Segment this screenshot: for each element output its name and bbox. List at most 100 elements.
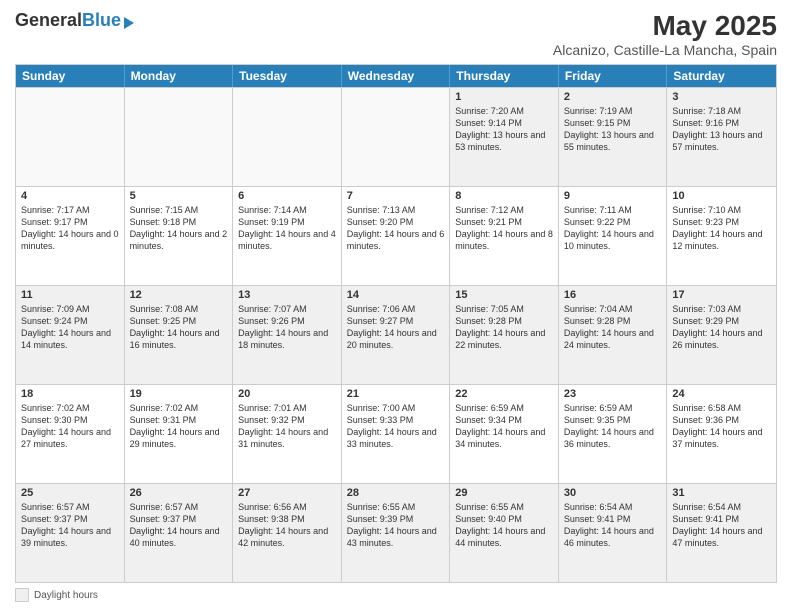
day-info: Sunrise: 7:09 AM Sunset: 9:24 PM Dayligh… <box>21 303 119 352</box>
day-header-monday: Monday <box>125 65 234 87</box>
day-cell <box>125 88 234 186</box>
day-info: Sunrise: 6:59 AM Sunset: 9:35 PM Dayligh… <box>564 402 662 451</box>
header: General Blue May 2025 Alcanizo, Castille… <box>15 10 777 58</box>
day-cell: 21 Sunrise: 7:00 AM Sunset: 9:33 PM Dayli… <box>342 385 451 483</box>
day-number: 14 <box>347 289 445 301</box>
day-info: Sunrise: 6:55 AM Sunset: 9:39 PM Dayligh… <box>347 501 445 550</box>
day-number: 22 <box>455 388 553 400</box>
day-info: Sunrise: 7:12 AM Sunset: 9:21 PM Dayligh… <box>455 204 553 253</box>
title-section: May 2025 Alcanizo, Castille-La Mancha, S… <box>553 10 777 58</box>
day-number: 13 <box>238 289 336 301</box>
day-cell: 5Sunrise: 7:15 AM Sunset: 9:18 PM Daylig… <box>125 187 234 285</box>
week-row-2: 4Sunrise: 7:17 AM Sunset: 9:17 PM Daylig… <box>16 186 776 285</box>
week-row-3: 11 Sunrise: 7:09 AM Sunset: 9:24 PM Dayli… <box>16 285 776 384</box>
day-cell: 15Sunrise: 7:05 AM Sunset: 9:28 PM Dayli… <box>450 286 559 384</box>
day-info: Sunrise: 7:11 AM Sunset: 9:22 PM Dayligh… <box>564 204 662 253</box>
day-cell: 12Sunrise: 7:08 AM Sunset: 9:25 PM Dayli… <box>125 286 234 384</box>
day-cell: 20Sunrise: 7:01 AM Sunset: 9:32 PM Dayli… <box>233 385 342 483</box>
day-info: Sunrise: 6:54 AM Sunset: 9:41 PM Dayligh… <box>564 501 662 550</box>
day-cell: 18Sunrise: 7:02 AM Sunset: 9:30 PM Dayli… <box>16 385 125 483</box>
day-number: 16 <box>564 289 662 301</box>
day-number: 9 <box>564 190 662 202</box>
legend-label: Daylight hours <box>34 590 98 601</box>
day-number: 26 <box>130 487 228 499</box>
day-header-friday: Friday <box>559 65 668 87</box>
day-header-saturday: Saturday <box>667 65 776 87</box>
day-cell: 16 Sunrise: 7:04 AM Sunset: 9:28 PM Dayli… <box>559 286 668 384</box>
day-cell: 2Sunrise: 7:19 AM Sunset: 9:15 PM Daylig… <box>559 88 668 186</box>
day-header-thursday: Thursday <box>450 65 559 87</box>
calendar: SundayMondayTuesdayWednesdayThursdayFrid… <box>15 64 777 583</box>
day-header-wednesday: Wednesday <box>342 65 451 87</box>
day-cell: 26 Sunrise: 6:57 AM Sunset: 9:37 PM Dayli… <box>125 484 234 582</box>
day-info: Sunrise: 6:55 AM Sunset: 9:40 PM Dayligh… <box>455 501 553 550</box>
day-number: 24 <box>672 388 771 400</box>
day-header-sunday: Sunday <box>16 65 125 87</box>
day-number: 27 <box>238 487 336 499</box>
day-cell: 10 Sunrise: 7:10 AM Sunset: 9:23 PM Dayli… <box>667 187 776 285</box>
logo-arrow-icon <box>124 17 134 29</box>
day-cell: 8 Sunrise: 7:12 AM Sunset: 9:21 PM Daylig… <box>450 187 559 285</box>
day-number: 3 <box>672 91 771 103</box>
day-headers: SundayMondayTuesdayWednesdayThursdayFrid… <box>16 65 776 87</box>
day-info: Sunrise: 7:02 AM Sunset: 9:30 PM Dayligh… <box>21 402 119 451</box>
day-cell: 1 Sunrise: 7:20 AM Sunset: 9:14 PM Daylig… <box>450 88 559 186</box>
day-number: 15 <box>455 289 553 301</box>
day-info: Sunrise: 7:13 AM Sunset: 9:20 PM Dayligh… <box>347 204 445 253</box>
legend: Daylight hours <box>15 588 777 602</box>
day-cell: 9 Sunrise: 7:11 AM Sunset: 9:22 PM Daylig… <box>559 187 668 285</box>
week-row-1: 1 Sunrise: 7:20 AM Sunset: 9:14 PM Daylig… <box>16 87 776 186</box>
logo: General Blue <box>15 10 134 31</box>
day-number: 8 <box>455 190 553 202</box>
calendar-body: 1 Sunrise: 7:20 AM Sunset: 9:14 PM Daylig… <box>16 87 776 582</box>
week-row-5: 25Sunrise: 6:57 AM Sunset: 9:37 PM Dayli… <box>16 483 776 582</box>
day-number: 28 <box>347 487 445 499</box>
legend-box <box>15 588 29 602</box>
day-header-tuesday: Tuesday <box>233 65 342 87</box>
day-number: 29 <box>455 487 553 499</box>
day-number: 10 <box>672 190 771 202</box>
day-info: Sunrise: 7:10 AM Sunset: 9:23 PM Dayligh… <box>672 204 771 253</box>
day-info: Sunrise: 7:20 AM Sunset: 9:14 PM Dayligh… <box>455 105 553 154</box>
day-info: Sunrise: 6:54 AM Sunset: 9:41 PM Dayligh… <box>672 501 771 550</box>
day-info: Sunrise: 7:01 AM Sunset: 9:32 PM Dayligh… <box>238 402 336 451</box>
day-info: Sunrise: 7:06 AM Sunset: 9:27 PM Dayligh… <box>347 303 445 352</box>
day-number: 23 <box>564 388 662 400</box>
week-row-4: 18Sunrise: 7:02 AM Sunset: 9:30 PM Dayli… <box>16 384 776 483</box>
day-cell <box>233 88 342 186</box>
day-info: Sunrise: 6:56 AM Sunset: 9:38 PM Dayligh… <box>238 501 336 550</box>
main-title: May 2025 <box>553 10 777 42</box>
day-cell <box>16 88 125 186</box>
logo-blue-text: Blue <box>82 10 121 31</box>
day-cell: 31 Sunrise: 6:54 AM Sunset: 9:41 PM Dayli… <box>667 484 776 582</box>
day-cell: 24 Sunrise: 6:58 AM Sunset: 9:36 PM Dayli… <box>667 385 776 483</box>
day-info: Sunrise: 7:04 AM Sunset: 9:28 PM Dayligh… <box>564 303 662 352</box>
day-cell: 11 Sunrise: 7:09 AM Sunset: 9:24 PM Dayli… <box>16 286 125 384</box>
day-cell: 7 Sunrise: 7:13 AM Sunset: 9:20 PM Daylig… <box>342 187 451 285</box>
day-cell: 30 Sunrise: 6:54 AM Sunset: 9:41 PM Dayli… <box>559 484 668 582</box>
day-number: 19 <box>130 388 228 400</box>
day-cell: 17Sunrise: 7:03 AM Sunset: 9:29 PM Dayli… <box>667 286 776 384</box>
day-cell: 28 Sunrise: 6:55 AM Sunset: 9:39 PM Dayli… <box>342 484 451 582</box>
day-number: 30 <box>564 487 662 499</box>
day-number: 5 <box>130 190 228 202</box>
day-cell: 6Sunrise: 7:14 AM Sunset: 9:19 PM Daylig… <box>233 187 342 285</box>
day-info: Sunrise: 7:00 AM Sunset: 9:33 PM Dayligh… <box>347 402 445 451</box>
day-info: Sunrise: 7:07 AM Sunset: 9:26 PM Dayligh… <box>238 303 336 352</box>
day-number: 7 <box>347 190 445 202</box>
day-number: 21 <box>347 388 445 400</box>
day-number: 12 <box>130 289 228 301</box>
day-number: 31 <box>672 487 771 499</box>
day-number: 1 <box>455 91 553 103</box>
day-cell: 25Sunrise: 6:57 AM Sunset: 9:37 PM Dayli… <box>16 484 125 582</box>
day-info: Sunrise: 7:18 AM Sunset: 9:16 PM Dayligh… <box>672 105 771 154</box>
day-info: Sunrise: 6:57 AM Sunset: 9:37 PM Dayligh… <box>21 501 119 550</box>
day-info: Sunrise: 6:57 AM Sunset: 9:37 PM Dayligh… <box>130 501 228 550</box>
day-cell <box>342 88 451 186</box>
day-number: 11 <box>21 289 119 301</box>
day-cell: 4Sunrise: 7:17 AM Sunset: 9:17 PM Daylig… <box>16 187 125 285</box>
day-info: Sunrise: 7:17 AM Sunset: 9:17 PM Dayligh… <box>21 204 119 253</box>
day-info: Sunrise: 6:58 AM Sunset: 9:36 PM Dayligh… <box>672 402 771 451</box>
day-cell: 14 Sunrise: 7:06 AM Sunset: 9:27 PM Dayli… <box>342 286 451 384</box>
day-cell: 13 Sunrise: 7:07 AM Sunset: 9:26 PM Dayli… <box>233 286 342 384</box>
